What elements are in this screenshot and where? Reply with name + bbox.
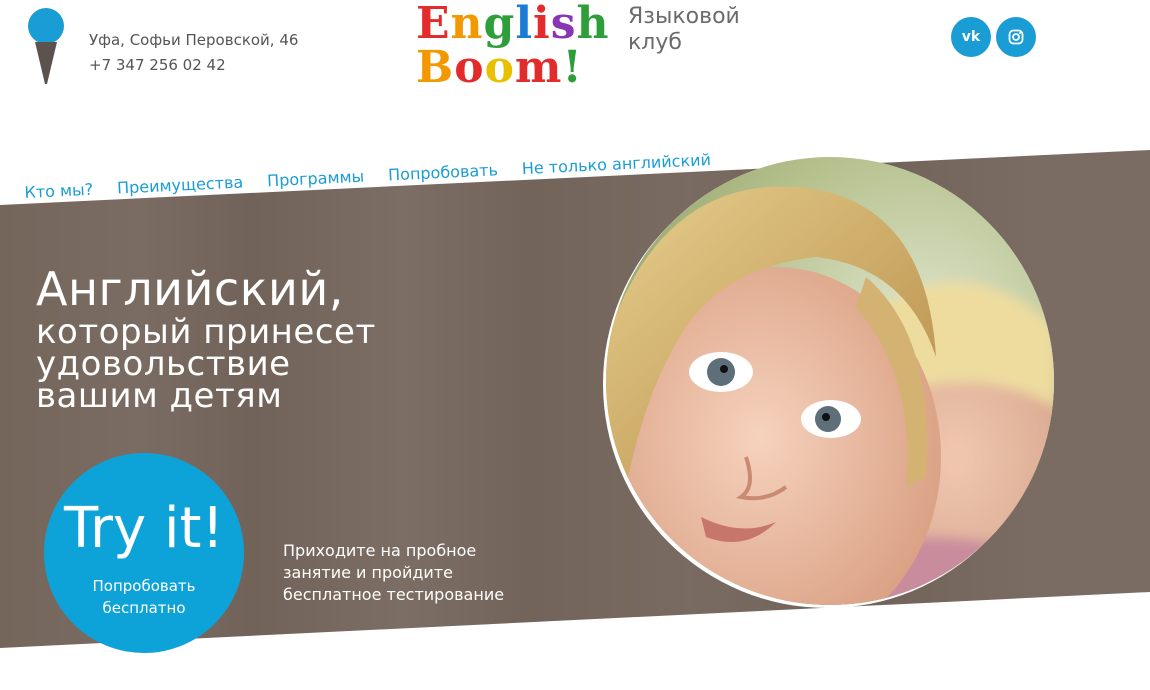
site-header: Уфа, Софьи Перовской, 46 +7 347 256 02 4… <box>0 0 1150 110</box>
phone-link[interactable]: +7 347 256 02 42 <box>89 53 298 78</box>
logo-line-1: English <box>416 0 610 49</box>
english-boom-logo[interactable]: English Boom! <box>416 2 616 98</box>
ice-cream-pin-icon <box>28 8 64 84</box>
club-caption: Языковой клуб <box>628 4 740 55</box>
instagram-icon[interactable] <box>996 17 1036 57</box>
nav-item-programs[interactable]: Программы <box>267 167 365 191</box>
vk-icon[interactable]: vk <box>951 17 991 57</box>
children-photo-illustration <box>606 157 1054 605</box>
headline-line-1: Английский, <box>36 262 344 316</box>
promo-text: Приходите на пробное занятие и пройдите … <box>283 541 505 604</box>
nav-item-try[interactable]: Попробовать <box>388 160 499 184</box>
contacts: Уфа, Софьи Перовской, 46 +7 347 256 02 4… <box>89 28 298 78</box>
nav-item-advantages[interactable]: Преимущества <box>117 172 244 197</box>
instagram-glyph <box>1008 29 1024 45</box>
try-it-label: Try it! <box>64 496 224 561</box>
nav-item-about[interactable]: Кто мы? <box>24 180 94 202</box>
hero-photo <box>606 157 1054 605</box>
headline-line-4: вашим детям <box>36 376 283 416</box>
logo-line-2: Boom! <box>416 42 583 93</box>
hero-headline: Английский, который принесет удовольстви… <box>36 262 376 416</box>
try-it-sublabel: Попробовать бесплатно <box>92 577 196 617</box>
address: Уфа, Софьи Перовской, 46 <box>89 31 299 49</box>
try-it-button[interactable]: Try it! Попробовать бесплатно <box>44 453 244 653</box>
